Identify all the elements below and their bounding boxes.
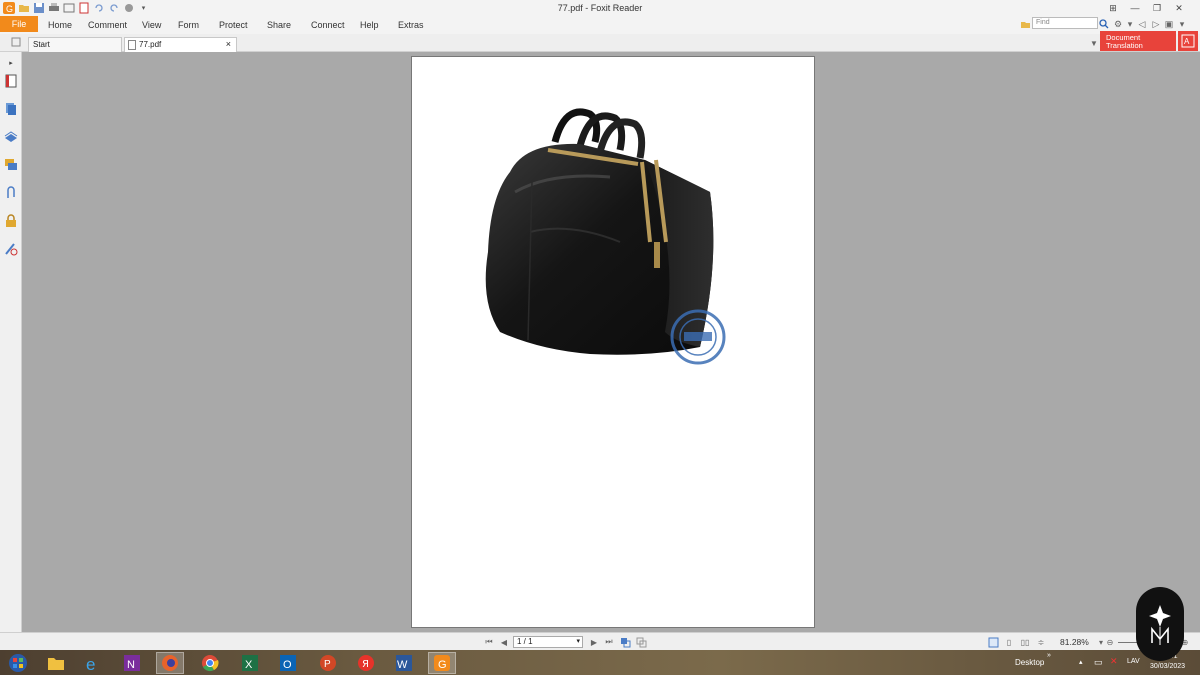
tab-share[interactable]: Share [267, 20, 291, 30]
left-navigation-panel: ▸ [0, 52, 22, 632]
pages-icon[interactable] [4, 102, 18, 116]
start-button[interactable] [4, 652, 32, 674]
search-icon[interactable] [1098, 18, 1110, 30]
translation-icon: A [1178, 31, 1198, 51]
settings-icon[interactable]: ⚙ [1112, 18, 1124, 30]
toolbar-expand-icon[interactable]: » [1047, 652, 1051, 659]
network-warning-icon[interactable]: ✕ [1110, 656, 1118, 667]
svg-text:G: G [438, 659, 447, 671]
previous-view-icon[interactable] [619, 636, 631, 648]
tab-form[interactable]: Form [178, 20, 199, 30]
grid-icon[interactable]: ⊞ [1102, 0, 1124, 16]
close-tab-icon[interactable]: × [226, 38, 231, 51]
svg-text:A: A [1184, 37, 1190, 46]
file-explorer-icon[interactable] [42, 652, 70, 674]
tab-77-pdf[interactable]: 77.pdf × [124, 37, 237, 52]
doc-translation-line2: Translation [1106, 41, 1143, 50]
first-page-icon[interactable]: ⏮ [483, 636, 495, 648]
yandex-browser-icon[interactable]: Я [352, 652, 380, 674]
single-page-view-icon[interactable] [987, 636, 999, 648]
more-dropdown-icon[interactable]: ▾ [1176, 18, 1188, 30]
expand-panel-icon[interactable]: ▸ [4, 56, 18, 70]
chrome-icon[interactable] [196, 652, 224, 674]
pdf-file-icon [128, 40, 136, 54]
page-dropdown-icon[interactable]: ▾ [576, 637, 580, 647]
page-thumbnail-icon[interactable] [4, 74, 18, 88]
tab-comment[interactable]: Comment [88, 20, 127, 30]
watermark-logo [1136, 587, 1184, 661]
tab-dropdown-icon[interactable]: ▼ [1088, 37, 1100, 49]
close-button[interactable]: ✕ [1168, 0, 1190, 16]
svg-text:O: O [283, 659, 292, 671]
tab-help[interactable]: Help [360, 20, 379, 30]
back-icon[interactable]: ◁ [1136, 18, 1148, 30]
find-folder-icon[interactable] [1019, 18, 1031, 30]
svg-text:W: W [397, 659, 408, 671]
tab-file[interactable]: File [0, 16, 38, 32]
document-tab-bar: Start 77.pdf × ▼ Document Translation A [0, 31, 1200, 52]
tab-connect[interactable]: Connect [311, 20, 345, 30]
facing-view-icon[interactable]: ▯▯ [1019, 636, 1031, 648]
svg-text:Я: Я [362, 659, 369, 670]
outlook-icon[interactable]: O [274, 652, 302, 674]
tab-start-label: Start [33, 40, 50, 49]
powerpoint-icon[interactable]: P [314, 652, 342, 674]
last-page-icon[interactable]: ⏭ [603, 636, 615, 648]
svg-text:e: e [86, 655, 95, 672]
tab-view[interactable]: View [142, 20, 161, 30]
dropdown-icon[interactable]: ▾ [1124, 18, 1136, 30]
panel-icon[interactable]: ▣ [1163, 18, 1175, 30]
signature-icon[interactable] [4, 242, 18, 256]
zoom-level[interactable]: 81.28% [1060, 637, 1089, 647]
layers-icon[interactable] [4, 130, 18, 144]
excel-icon[interactable]: X [236, 652, 264, 674]
continuous-view-icon[interactable]: ▯ [1003, 636, 1015, 648]
minimize-button[interactable]: — [1124, 0, 1146, 16]
restore-button[interactable]: ❐ [1146, 0, 1168, 16]
foxit-reader-taskbar-icon[interactable]: G [428, 652, 456, 674]
desktop-toolbar-label[interactable]: Desktop [1015, 658, 1044, 667]
word-icon[interactable]: W [390, 652, 418, 674]
svg-text:X: X [245, 659, 253, 671]
next-view-icon[interactable] [635, 636, 647, 648]
search-input[interactable]: Find [1032, 17, 1098, 29]
internet-explorer-icon[interactable]: e [80, 652, 108, 674]
onenote-icon[interactable]: N [118, 652, 146, 674]
status-bar: ⏮ ◀ 1 / 1 ▾ ▶ ⏭ ▯ ▯▯ ≑ 81.28% ▾ ⊖ ⊕ [0, 632, 1200, 650]
title-bar: G ▾ 77.pdf - Foxit Reader ⊞ — ❐ ✕ [0, 0, 1200, 16]
svg-text:N: N [127, 659, 135, 671]
forward-icon[interactable]: ▷ [1150, 18, 1162, 30]
tab-home[interactable]: Home [48, 20, 72, 30]
zoom-out-icon[interactable]: ⊖ [1104, 636, 1116, 648]
tab-extras[interactable]: Extras [398, 20, 424, 30]
page-number-input[interactable]: 1 / 1 ▾ [513, 636, 583, 648]
page-number-value: 1 / 1 [517, 637, 533, 646]
tray-arrow-icon[interactable]: ▴ [1079, 658, 1083, 666]
language-indicator[interactable]: LAV [1127, 658, 1140, 665]
window-title: 77.pdf - Foxit Reader [557, 3, 643, 13]
clock-date[interactable]: 30/03/2023 [1150, 663, 1185, 670]
tray-display-icon[interactable]: ▭ [1094, 657, 1103, 668]
tab-protect[interactable]: Protect [219, 20, 248, 30]
tab-start[interactable]: Start [28, 37, 122, 52]
previous-page-icon[interactable]: ◀ [498, 636, 510, 648]
attachment-icon[interactable] [4, 186, 18, 200]
windows-taskbar: e N X O P Я W G Desktop » ▴ ▭ ✕ LAV 15:4… [0, 650, 1200, 675]
document-translation-button[interactable]: Document Translation A [1100, 31, 1198, 51]
svg-text:P: P [324, 659, 331, 670]
leather-bag-image [485, 108, 726, 365]
tab-menu-icon[interactable] [10, 36, 22, 48]
continuous-facing-view-icon[interactable]: ≑ [1035, 636, 1047, 648]
window-controls: ⊞ — ❐ ✕ [1102, 0, 1190, 16]
ribbon-tabs: File Home Comment View Form Protect Shar… [0, 16, 1200, 34]
tab-77-label: 77.pdf [139, 40, 162, 49]
next-page-icon[interactable]: ▶ [588, 636, 600, 648]
pdf-page [411, 56, 815, 628]
firefox-icon[interactable] [156, 652, 184, 674]
security-lock-icon[interactable] [4, 214, 18, 228]
comments-icon[interactable] [4, 158, 18, 172]
